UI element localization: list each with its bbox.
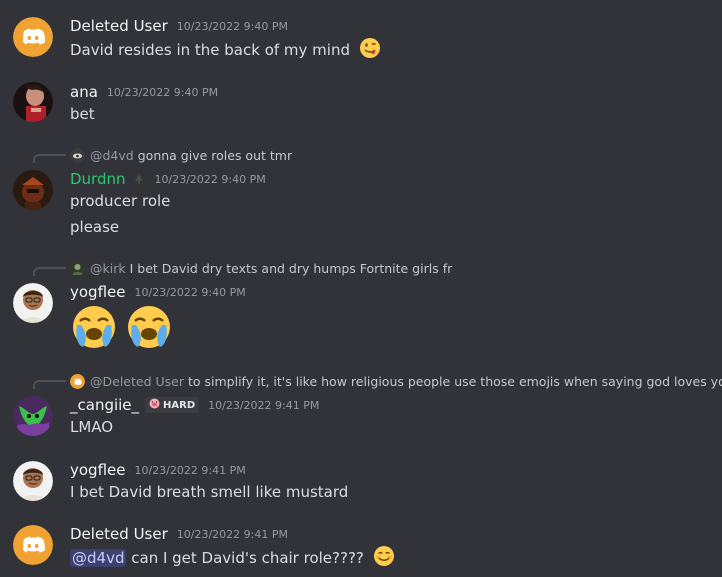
message-text: producer role	[70, 192, 171, 210]
avatar[interactable]	[13, 170, 53, 210]
role-badge[interactable]: HARD	[145, 397, 200, 413]
avatar[interactable]	[13, 525, 53, 565]
loudly-crying-face-icon	[70, 303, 118, 371]
timestamp: 10/23/2022 9:40 PM	[134, 285, 246, 299]
reply-spine	[33, 267, 66, 276]
username[interactable]: ana	[70, 83, 98, 101]
avatar[interactable]	[13, 82, 53, 122]
reply-username: @Deleted User	[90, 373, 184, 389]
timestamp: 10/23/2022 9:40 PM	[176, 19, 288, 33]
discord-logo-icon	[70, 373, 85, 389]
chat-log: Deleted User 10/23/2022 9:40 PM David re…	[0, 0, 722, 577]
reply-username: @d4vd	[90, 147, 134, 163]
user-photo-icon	[13, 170, 53, 210]
avatar[interactable]	[13, 17, 53, 57]
username[interactable]: _cangiie_	[70, 396, 139, 414]
reply-spine	[33, 154, 66, 163]
reply-preview[interactable]: @Deleted User to simplify it, it's like …	[70, 372, 722, 390]
reply-text: I bet David dry texts and dry humps Fort…	[129, 260, 453, 276]
timestamp: 10/23/2022 9:41 PM	[134, 463, 246, 477]
tree-icon	[132, 170, 146, 189]
timestamp: 10/23/2022 9:40 PM	[106, 85, 219, 99]
memoji-avatar-icon	[13, 461, 53, 501]
smiling-face-icon	[373, 545, 395, 573]
reply-spine	[33, 380, 66, 389]
user-mention[interactable]: @d4vd	[70, 549, 127, 567]
reply-preview[interactable]: @d4vd gonna give roles out tmr	[70, 146, 292, 164]
timestamp: 10/23/2022 9:41 PM	[176, 527, 288, 541]
reply-avatar	[70, 373, 85, 389]
timestamp: 10/23/2022 9:41 PM	[208, 398, 320, 412]
message-text: can I get David's chair role????	[131, 549, 364, 567]
username[interactable]: Deleted User	[70, 525, 168, 543]
reply-text: to simplify it, it's like how religious …	[187, 373, 722, 389]
user-art-icon	[13, 396, 53, 436]
timestamp: 10/23/2022 9:40 PM	[154, 172, 266, 186]
username[interactable]: yogflee	[70, 461, 125, 479]
reply-avatar	[70, 260, 85, 276]
winking-tongue-face-icon	[359, 37, 381, 65]
user-photo-icon	[13, 82, 53, 122]
message-text: bet	[70, 105, 95, 123]
message-text: please	[70, 218, 120, 236]
reply-text: gonna give roles out tmr	[137, 147, 293, 163]
message-text: David resides in the back of my mind	[70, 41, 350, 59]
username[interactable]: Deleted User	[70, 17, 168, 35]
reply-preview[interactable]: @kirk I bet David dry texts and dry hump…	[70, 259, 452, 277]
pig-icon	[149, 398, 160, 412]
message-text: I bet David breath smell like mustard	[70, 483, 349, 501]
discord-logo-icon	[13, 525, 53, 565]
loudly-crying-face-icon	[125, 303, 173, 371]
discord-logo-icon	[13, 17, 53, 57]
role-badge-label: HARD	[163, 399, 196, 411]
avatar[interactable]	[13, 461, 53, 501]
reply-username: @kirk	[90, 260, 126, 276]
memoji-avatar-icon	[13, 283, 53, 323]
avatar[interactable]	[13, 396, 53, 436]
username[interactable]: yogflee	[70, 283, 125, 301]
avatar[interactable]	[13, 283, 53, 323]
username[interactable]: Durdnn	[70, 170, 126, 188]
message-text: LMAO	[70, 418, 114, 436]
reply-avatar	[70, 147, 85, 163]
